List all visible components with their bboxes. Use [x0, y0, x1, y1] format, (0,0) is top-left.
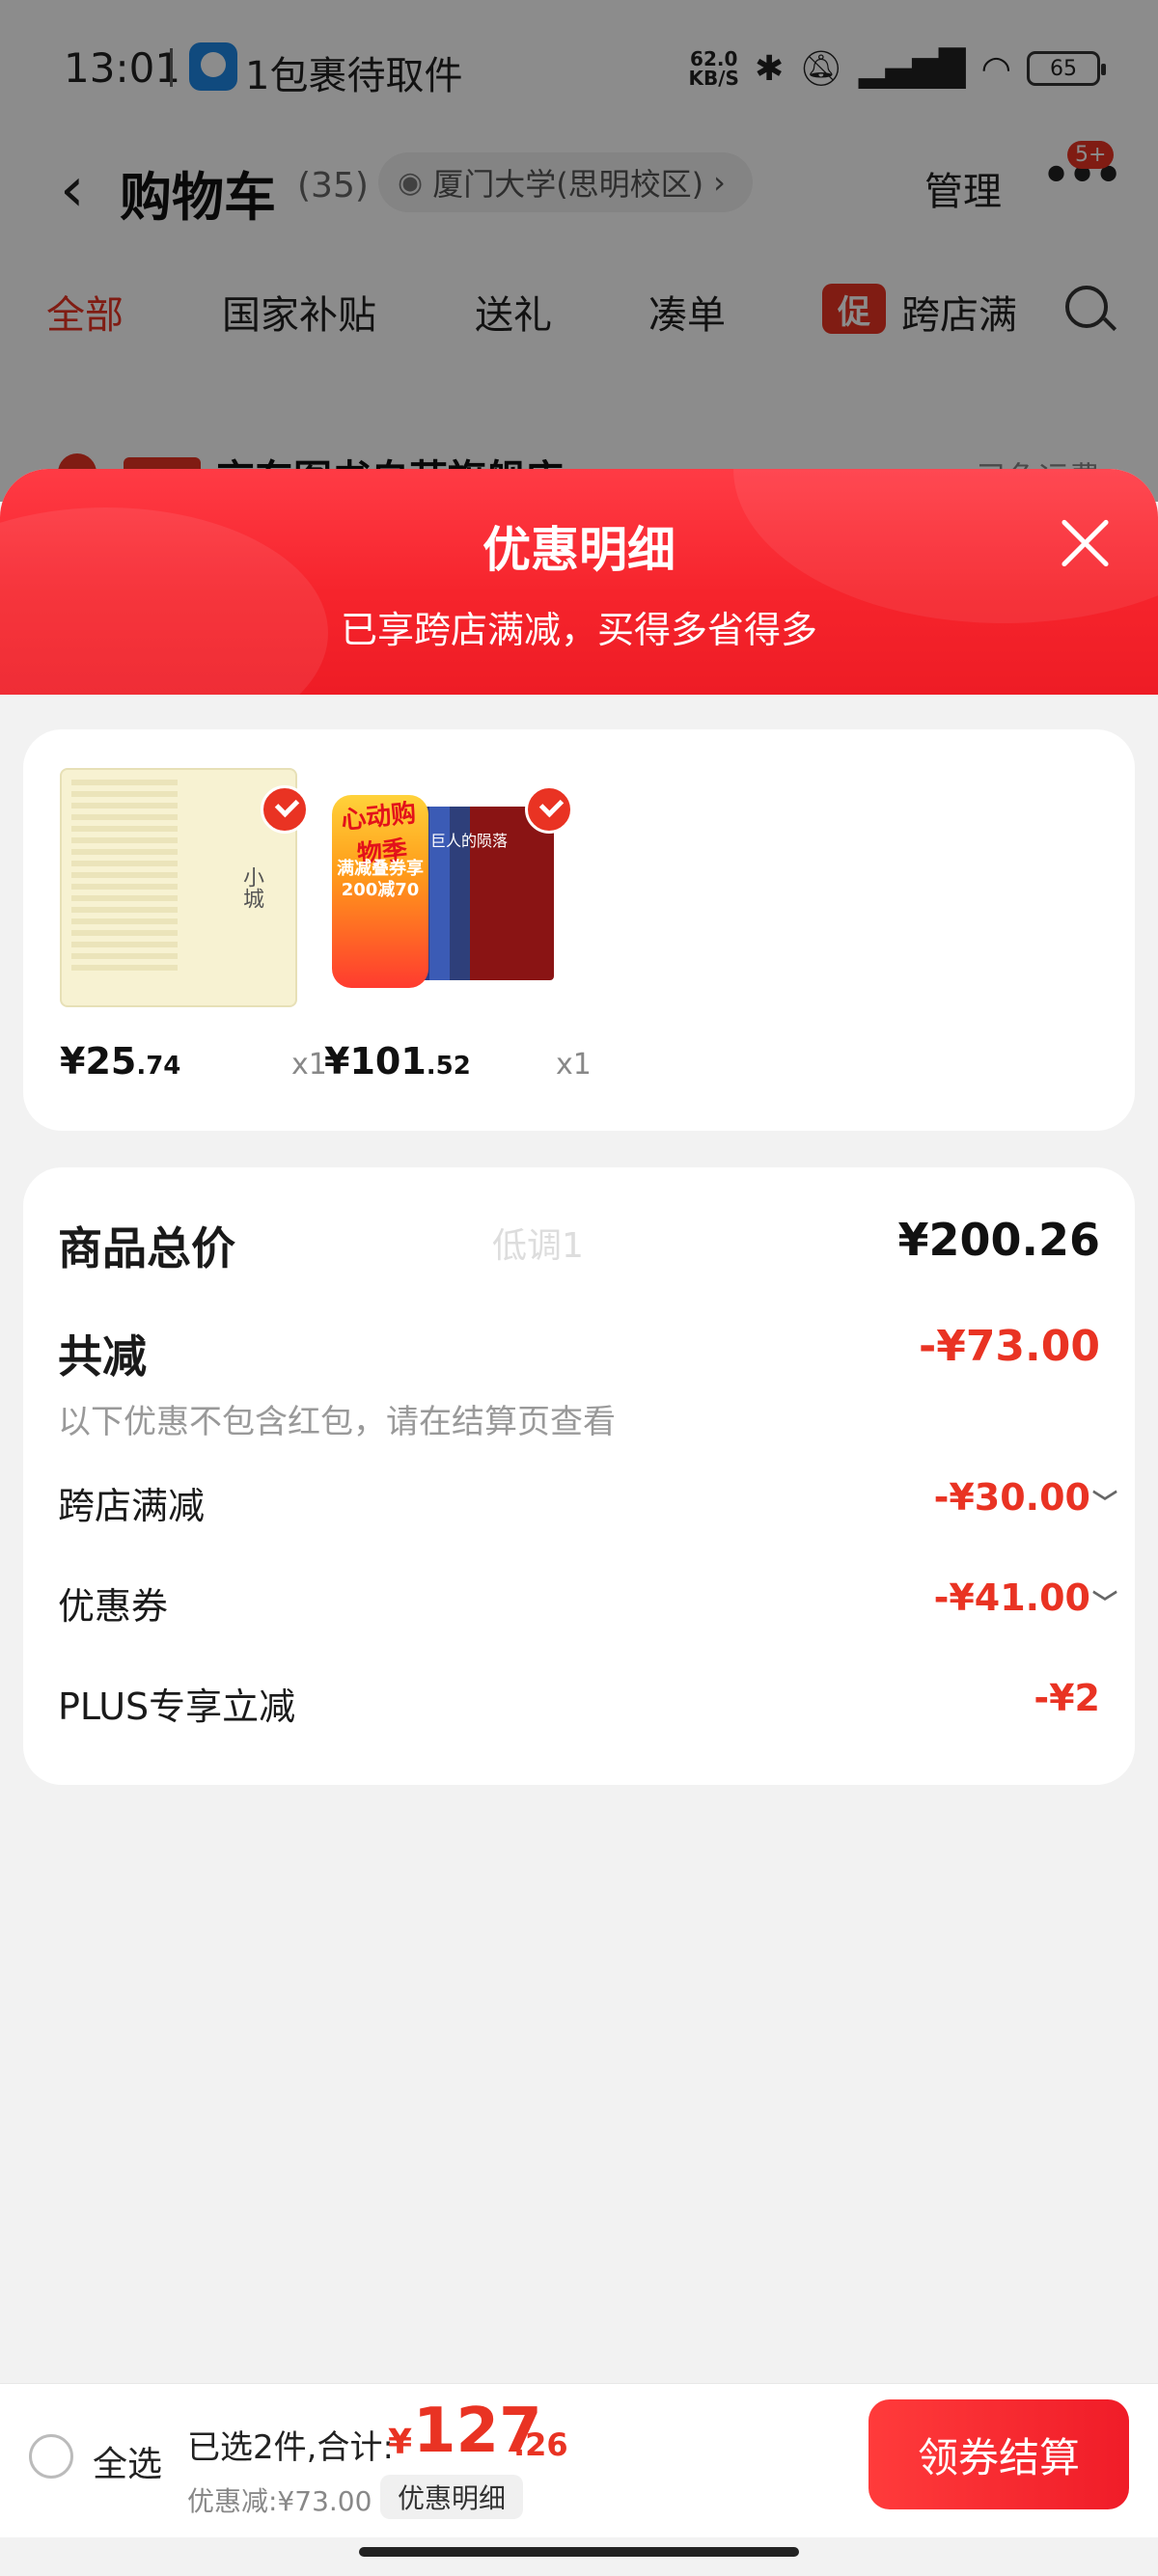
discount-label: 优惠券: [58, 1585, 169, 1628]
discount-detail-sheet: 优惠明细 已享跨店满减，买得多省得多 小城 ¥25.74 x1 巨人的陨落 心动…: [0, 469, 1158, 2576]
book-set-title: 巨人的陨落: [430, 832, 509, 850]
book-cover-decoration: [71, 780, 178, 973]
modal-overlay[interactable]: [0, 0, 1158, 502]
price-symbol: ¥: [324, 1040, 350, 1082]
price-summary-card: 商品总价 ¥200.26 低调1 共减 -¥73.00 以下优惠不包含红包，请在…: [23, 1167, 1135, 1785]
total-currency-symbol: ¥: [388, 2423, 413, 2462]
discount-amount: -¥30.00: [933, 1476, 1090, 1519]
promo-sticker-text: 满减叠券享200减70: [337, 859, 424, 900]
selected-products-card: 小城 ¥25.74 x1 巨人的陨落 心动购物季 满减叠券享200减70 ¥10…: [23, 729, 1135, 1131]
book-cover-title: 小城: [239, 866, 263, 909]
checked-icon: [261, 785, 309, 834]
sheet-header: 优惠明细 已享跨店满减，买得多省得多: [0, 469, 1158, 695]
checkout-bar: 全选 已选2件,合计: ¥ 127 .26 优惠减:¥73.00 优惠明细 领券…: [0, 2383, 1158, 2537]
discount-summary: 优惠减:¥73.00: [187, 2485, 372, 2517]
home-indicator[interactable]: [359, 2547, 799, 2557]
total-amount-decimal: .26: [513, 2426, 568, 2463]
discount-label: PLUS专享立减: [58, 1685, 296, 1728]
chevron-down-icon: ﹀: [1091, 1590, 1117, 1619]
product-quantity: x1: [291, 1048, 327, 1082]
price-symbol: ¥: [60, 1040, 86, 1082]
discount-amount: -¥2: [1034, 1677, 1100, 1719]
price-decimal: .74: [136, 1052, 181, 1081]
selected-count-text: 已选2件,合计:: [187, 2428, 394, 2467]
watermark-text: 低调1: [492, 1226, 584, 1266]
total-reduction-value: -¥73.00: [918, 1322, 1100, 1371]
chevron-down-icon: ﹀: [1091, 1490, 1117, 1519]
discount-value: -¥30.00 ﹀: [933, 1476, 1117, 1519]
discount-detail-button[interactable]: 优惠明细: [380, 2475, 524, 2519]
checkout-button[interactable]: 领券结算: [868, 2399, 1129, 2509]
discount-label: 跨店满减: [58, 1485, 206, 1527]
discount-amount: -¥41.00: [933, 1576, 1090, 1619]
discount-value: -¥41.00 ﹀: [933, 1576, 1117, 1619]
price-decimal: .52: [426, 1052, 471, 1081]
product-quantity: x1: [556, 1048, 592, 1082]
total-price-label: 商品总价: [58, 1222, 235, 1274]
price-integer: 25: [85, 1040, 137, 1082]
price-integer: 101: [349, 1040, 427, 1082]
close-icon[interactable]: [1058, 515, 1114, 571]
select-all-label[interactable]: 全选: [93, 2436, 162, 2486]
total-price-value: ¥200.26: [897, 1214, 1100, 1266]
reduction-note: 以下优惠不包含红包，请在结算页查看: [58, 1403, 616, 1441]
select-all-checkbox[interactable]: [29, 2434, 73, 2479]
sheet-title: 优惠明细: [482, 522, 676, 578]
total-reduction-label: 共减: [58, 1330, 147, 1383]
product-price: ¥101.52: [324, 1040, 471, 1082]
sheet-subtitle: 已享跨店满减，买得多省得多: [340, 609, 817, 651]
checked-icon: [525, 785, 573, 834]
product-price: ¥25.74: [60, 1040, 180, 1082]
